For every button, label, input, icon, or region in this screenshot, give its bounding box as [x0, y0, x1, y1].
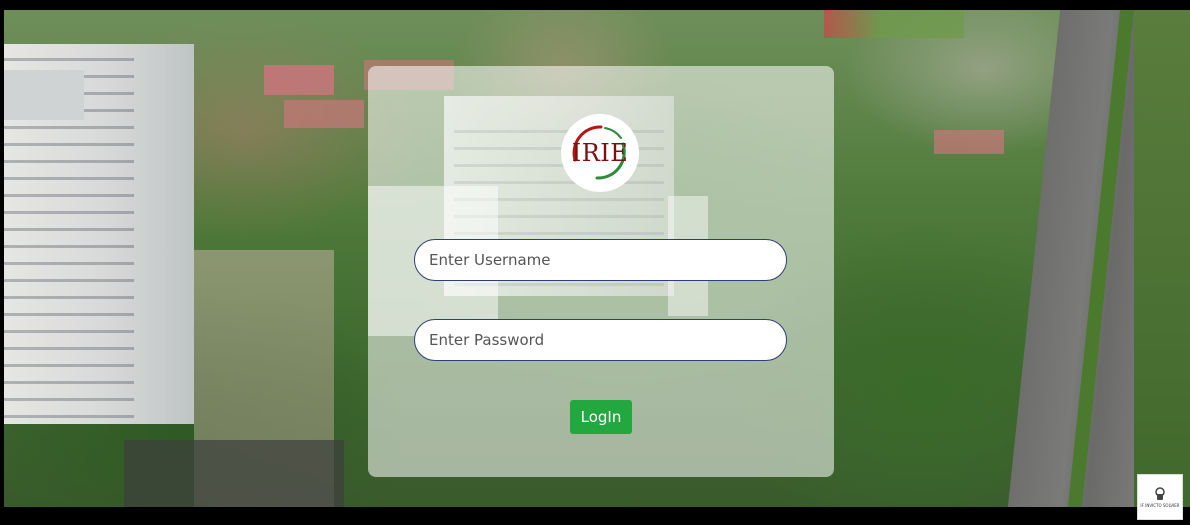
parking-lot — [124, 440, 344, 507]
login-page: IRIE LogIn IF INVICTO SOLVIER — [0, 0, 1190, 525]
corner-badge[interactable]: IF INVICTO SOLVIER — [1137, 474, 1183, 520]
login-button[interactable]: LogIn — [570, 400, 632, 434]
roof — [264, 65, 334, 95]
sports-field — [824, 10, 964, 38]
username-input[interactable] — [414, 239, 787, 281]
building-roof — [4, 70, 84, 120]
badge-lock-icon — [1155, 487, 1165, 500]
login-card: IRIE LogIn — [368, 66, 834, 477]
roof — [934, 130, 1004, 154]
roadside-trees — [1134, 10, 1190, 507]
password-input[interactable] — [414, 319, 787, 361]
roof — [284, 100, 364, 128]
irie-logo: IRIE — [561, 114, 639, 192]
corner-badge-text: IF INVICTO SOLVIER — [1140, 502, 1180, 508]
logo-text: IRIE — [571, 139, 629, 167]
